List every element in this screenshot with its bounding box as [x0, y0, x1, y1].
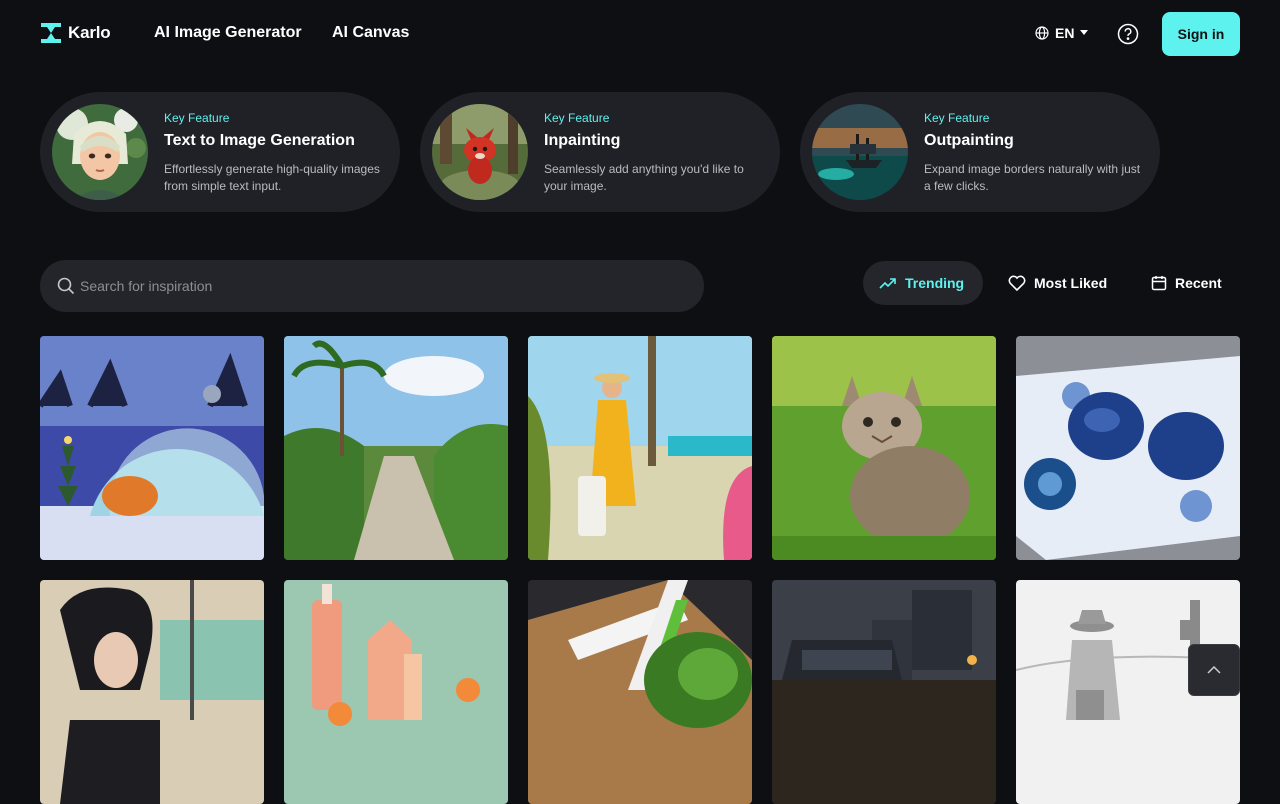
nav-ai-canvas[interactable]: AI Canvas [332, 24, 409, 42]
filter-label: Trending [905, 275, 965, 291]
heart-icon [1008, 275, 1026, 291]
feature-thumbnail-portrait [52, 104, 148, 200]
karlo-logo[interactable]: Karlo [40, 22, 111, 44]
feature-description: Seamlessly add anything you'd like to yo… [544, 162, 744, 193]
gallery-item-traveler[interactable] [528, 336, 752, 560]
top-header: Karlo AI Image Generator AI Canvas EN Si… [0, 0, 1280, 68]
search-bar[interactable] [40, 260, 704, 312]
feature-description: Effortlessly generate high-quality image… [164, 162, 380, 193]
feature-kicker: Key Feature [544, 111, 610, 125]
trending-up-icon [879, 278, 896, 289]
search-icon [57, 277, 75, 295]
gallery-item-sunglasses[interactable] [1016, 336, 1240, 560]
filter-recent[interactable]: Recent [1135, 261, 1238, 305]
help-icon[interactable] [1117, 23, 1139, 45]
filter-most-liked[interactable]: Most Liked [992, 261, 1123, 305]
feature-card-outpainting[interactable]: Key Feature Outpainting Expand image bor… [800, 92, 1160, 212]
feature-card-text-to-image[interactable]: Key Feature Text to Image Generation Eff… [40, 92, 400, 212]
chevron-up-icon [1207, 666, 1221, 674]
feature-kicker: Key Feature [164, 111, 230, 125]
karlo-logo-icon [41, 23, 61, 43]
gallery-item-anime-man[interactable] [40, 580, 264, 804]
globe-icon [1035, 26, 1049, 40]
sign-in-button[interactable]: Sign in [1162, 12, 1240, 56]
gallery-item-road[interactable] [284, 336, 508, 560]
feature-title: Outpainting [924, 132, 1014, 149]
feature-title: Text to Image Generation [164, 132, 355, 149]
search-input[interactable] [80, 260, 680, 312]
gallery-item-dome[interactable] [40, 336, 264, 560]
filter-trending[interactable]: Trending [863, 261, 983, 305]
feature-thumbnail-ship [812, 104, 908, 200]
language-label: EN [1055, 25, 1075, 41]
feature-thumbnail-fox [432, 104, 528, 200]
gallery-item-cosmetics[interactable] [284, 580, 508, 804]
scroll-to-top-button[interactable] [1188, 644, 1240, 696]
feature-card-inpainting[interactable]: Key Feature Inpainting Seamlessly add an… [420, 92, 780, 212]
feature-description: Expand image borders naturally with just… [924, 162, 1141, 193]
language-selector[interactable]: EN [1035, 25, 1089, 41]
nav-ai-image-generator[interactable]: AI Image Generator [154, 24, 302, 42]
gallery-item-kitten[interactable] [772, 336, 996, 560]
filter-label: Most Liked [1034, 275, 1108, 291]
caret-down-icon [1080, 30, 1089, 35]
calendar-icon [1151, 276, 1167, 291]
gallery-item-gift[interactable] [528, 580, 752, 804]
filter-label: Recent [1175, 275, 1222, 291]
feature-title: Inpainting [544, 132, 621, 149]
feature-kicker: Key Feature [924, 111, 990, 125]
gallery-item-industrial[interactable] [772, 580, 996, 804]
logo-text: Karlo [68, 23, 111, 42]
